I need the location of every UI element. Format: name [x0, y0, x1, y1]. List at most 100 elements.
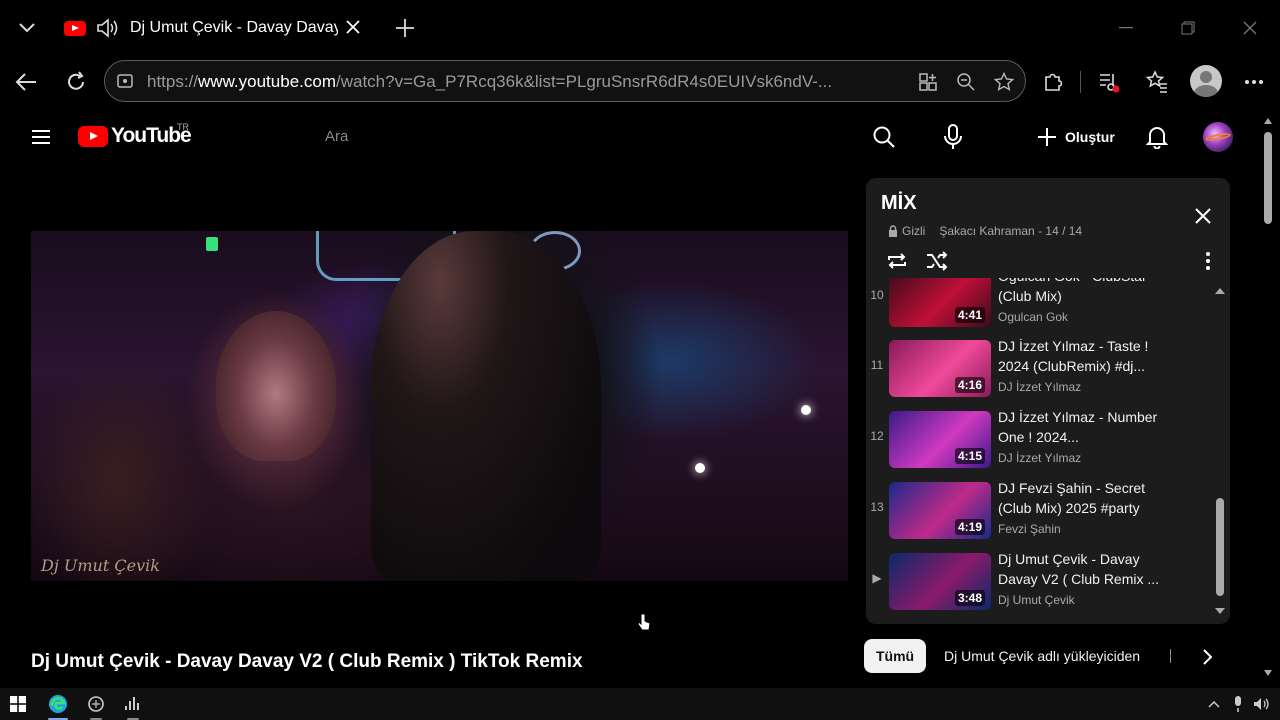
- playlist-title[interactable]: MİX: [881, 192, 917, 215]
- duration-badge: 4:16: [954, 377, 985, 393]
- duration-badge: 4:15: [954, 448, 985, 464]
- light-spot-shape: [695, 463, 705, 473]
- tab-title: Dj Umut Çevik - Davay Davay V2 ( Club Re…: [130, 19, 338, 36]
- loop-icon[interactable]: [884, 248, 910, 274]
- minimize-icon[interactable]: [1112, 16, 1140, 40]
- page-scrollbar-thumb[interactable]: [1264, 132, 1272, 224]
- man-figure-shape: [371, 231, 601, 581]
- page-scrollbar[interactable]: [1262, 110, 1274, 686]
- search-icon[interactable]: [870, 123, 898, 151]
- browser-tab-bar: Dj Umut Çevik - Davay Davay V2 ( Club Re…: [0, 0, 1280, 56]
- tab-close-icon[interactable]: [346, 20, 362, 36]
- url-text[interactable]: https://www.youtube.com/watch?v=Ga_P7Rcq…: [147, 72, 899, 92]
- playlist-item-index: 13: [870, 500, 884, 514]
- playlist-item[interactable]: 11 4:16 DJ İzzet Yılmaz - Taste ! 2024 (Cl…: [866, 336, 1206, 404]
- system-tray-chevron-up-icon[interactable]: [1206, 696, 1222, 712]
- volume-tray-icon[interactable]: [1252, 696, 1272, 712]
- plus-icon: [1038, 128, 1056, 146]
- duration-badge: 4:19: [954, 519, 985, 535]
- create-label: Oluştur: [1065, 129, 1115, 145]
- create-button[interactable]: Oluştur: [1037, 124, 1115, 150]
- duration-badge: 3:48: [954, 590, 985, 606]
- page-scroll-up-icon[interactable]: [1264, 118, 1272, 124]
- playlist-item-thumbnail[interactable]: 3:48: [889, 553, 991, 610]
- extensions-puzzle-icon[interactable]: [1040, 69, 1066, 95]
- chips-next-chevron-icon[interactable]: [1194, 645, 1220, 669]
- playlist-subtitle: Gizli Şakacı Kahraman - 14 / 14: [888, 224, 1082, 238]
- playlist-item-channel[interactable]: Ogulcan Gok: [998, 310, 1068, 324]
- shuffle-icon[interactable]: [924, 248, 950, 274]
- private-lock-icon: [889, 225, 897, 237]
- chatgpt-app-icon[interactable]: [84, 692, 108, 720]
- windows-start-icon[interactable]: [8, 694, 28, 714]
- active-tab[interactable]: Dj Umut Çevik - Davay Davay V2 ( Club Re…: [52, 8, 372, 48]
- back-arrow-icon[interactable]: [12, 68, 40, 96]
- playlist-item-title[interactable]: DJ İzzet Yılmaz - Number One ! 2024...: [998, 407, 1168, 447]
- playlist-item[interactable]: 10 4:41 Ogulcan Gok - ClubStar (Club Mix) O…: [866, 278, 1206, 334]
- chip-divider: [1170, 649, 1171, 663]
- playlist-scrollbar-thumb[interactable]: [1216, 498, 1224, 596]
- tab-audio-speaker-icon[interactable]: [96, 17, 120, 39]
- playlist-item[interactable]: 13 4:19 DJ Fevzi Şahin - Secret (Club Mix)…: [866, 478, 1206, 546]
- playlist-item-thumbnail[interactable]: 4:19: [889, 482, 991, 539]
- favorite-star-icon[interactable]: [993, 71, 1015, 93]
- youtube-favicon-icon: [64, 20, 86, 36]
- video-player[interactable]: Dj Umut Çevik: [31, 231, 848, 581]
- mix-playlist-panel: MİX Gizli Şakacı Kahraman - 14 / 14 10 4:…: [866, 178, 1230, 624]
- search-input[interactable]: Ara: [325, 128, 348, 145]
- more-actions-icon[interactable]: [1195, 248, 1221, 274]
- playlist-item-channel[interactable]: DJ İzzet Yılmaz: [998, 380, 1081, 394]
- playlist-item-title[interactable]: DJ İzzet Yılmaz - Taste ! 2024 (ClubRemi…: [998, 336, 1168, 376]
- video-title: Dj Umut Çevik - Davay Davay V2 ( Club Re…: [31, 651, 583, 672]
- playlist-item-index: 10: [870, 288, 884, 302]
- edge-browser-icon[interactable]: [46, 692, 70, 720]
- playlist-item-index: 11: [870, 358, 884, 372]
- scroll-down-arrow-icon[interactable]: [1214, 606, 1226, 616]
- playlist-item-channel[interactable]: Dj Umut Çevik: [998, 593, 1075, 607]
- window-close-icon[interactable]: [1236, 16, 1264, 40]
- tab-list-chevron-icon[interactable]: [14, 16, 40, 40]
- youtube-play-logo-icon: [78, 125, 108, 147]
- chip-uploader[interactable]: Dj Umut Çevik adlı yükleyiciden: [944, 648, 1140, 664]
- notifications-bell-icon[interactable]: [1143, 123, 1171, 151]
- account-avatar[interactable]: [1203, 122, 1233, 152]
- light-spot-shape: [801, 405, 811, 415]
- youtube-page: YouTube TR Ara Oluştur Dj Umut Çevik Dj …: [6, 110, 1274, 686]
- playlist-item-channel[interactable]: Fevzi Şahin: [998, 522, 1061, 536]
- scroll-up-arrow-icon[interactable]: [1214, 286, 1226, 296]
- owner-progress[interactable]: Şakacı Kahraman - 14 / 14: [939, 224, 1082, 238]
- playlist-item-thumbnail[interactable]: 4:41: [889, 278, 991, 327]
- hamburger-menu-icon[interactable]: [28, 124, 54, 150]
- playlist-item-title[interactable]: Ogulcan Gok - ClubStar (Club Mix): [998, 278, 1168, 306]
- playlist-item[interactable]: 12 4:15 DJ İzzet Yılmaz - Number One ! 202…: [866, 407, 1206, 475]
- audio-visualizer-app-icon[interactable]: [121, 692, 145, 720]
- mouse-cursor-icon: [637, 613, 651, 631]
- privacy-label: Gizli: [902, 224, 926, 238]
- playlist-item-index: 12: [870, 429, 884, 443]
- app-available-icon[interactable]: [917, 71, 939, 93]
- zoom-icon[interactable]: [955, 71, 977, 93]
- restore-icon[interactable]: [1174, 16, 1202, 40]
- windows-taskbar: [0, 688, 1280, 720]
- address-bar[interactable]: https://www.youtube.com/watch?v=Ga_P7Rcq…: [104, 60, 1026, 102]
- microphone-icon[interactable]: [939, 123, 967, 151]
- media-playlist-icon[interactable]: [1095, 68, 1123, 96]
- playlist-item-title[interactable]: DJ Fevzi Şahin - Secret (Club Mix) 2025 …: [998, 478, 1168, 518]
- profile-avatar[interactable]: [1190, 65, 1222, 97]
- playlist-item-channel[interactable]: DJ İzzet Yılmaz: [998, 451, 1081, 465]
- close-playlist-icon[interactable]: [1191, 204, 1215, 228]
- new-tab-plus-icon[interactable]: [392, 15, 418, 41]
- microphone-tray-icon[interactable]: [1230, 696, 1246, 712]
- favorites-collection-icon[interactable]: [1143, 68, 1171, 96]
- more-menu-icon[interactable]: [1240, 68, 1268, 96]
- chip-all[interactable]: Tümü: [864, 639, 927, 673]
- youtube-logo[interactable]: YouTube: [78, 124, 192, 148]
- playlist-item-thumbnail[interactable]: 4:15: [889, 411, 991, 468]
- playlist-item[interactable]: ▶ 3:48 Dj Umut Çevik - Davay Davay V2 ( Cl…: [866, 549, 1206, 617]
- playlist-item-title[interactable]: Dj Umut Çevik - Davay Davay V2 ( Club Re…: [998, 549, 1168, 589]
- refresh-icon[interactable]: [62, 68, 90, 96]
- page-scroll-down-icon[interactable]: [1264, 670, 1272, 676]
- woman-figure-shape: [216, 311, 336, 461]
- site-info-lock-icon[interactable]: [115, 71, 135, 91]
- playlist-item-thumbnail[interactable]: 4:16: [889, 340, 991, 397]
